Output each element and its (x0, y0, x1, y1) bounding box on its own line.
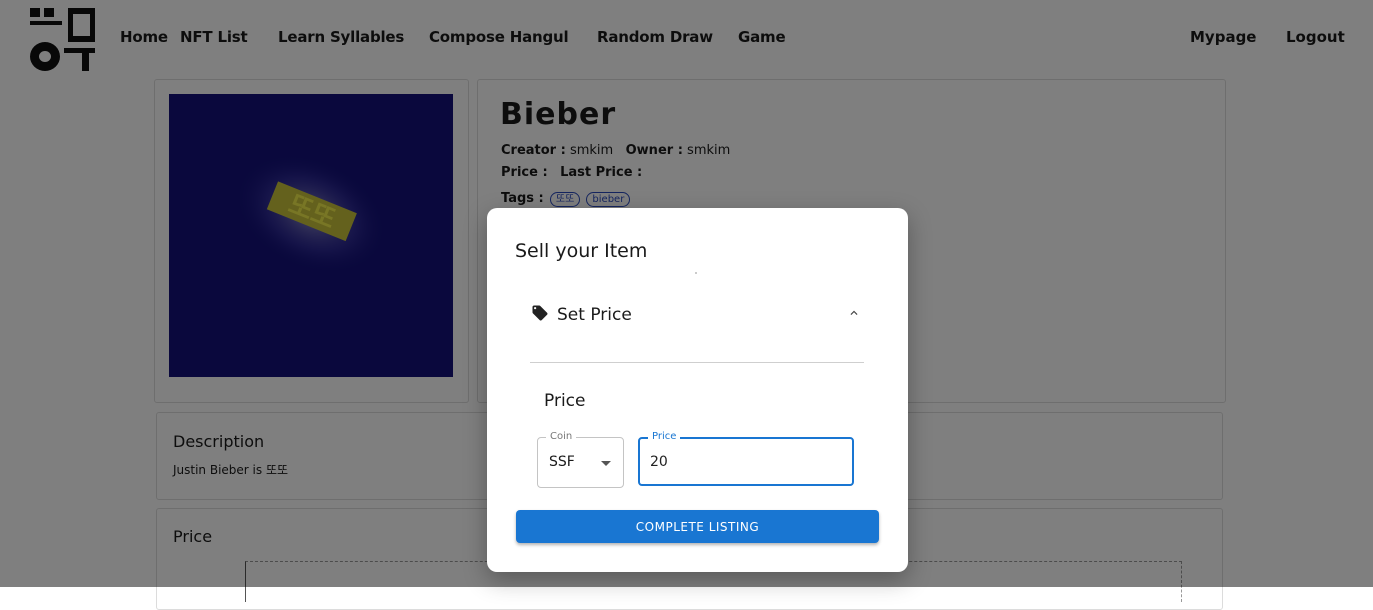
coin-select[interactable]: Coin SSF (537, 431, 624, 488)
price-input[interactable] (650, 454, 830, 470)
modal-title: Sell your Item (515, 240, 648, 262)
set-price-label: Set Price (557, 305, 632, 325)
complete-listing-button[interactable]: COMPLETE LISTING (516, 510, 879, 543)
coin-legend: Coin (546, 431, 577, 443)
price-legend: Price (648, 431, 681, 443)
set-price-accordion-header[interactable]: Set Price (531, 300, 865, 344)
decorative-dot (695, 272, 697, 274)
sell-item-modal: Sell your Item Set Price Price Coin SSF … (487, 208, 908, 572)
dropdown-arrow-icon (601, 461, 611, 466)
coin-value: SSF (549, 454, 575, 470)
chevron-up-icon[interactable] (847, 306, 861, 320)
accordion-divider (530, 362, 864, 363)
tag-icon (532, 305, 548, 321)
price-heading: Price (544, 391, 586, 411)
price-field[interactable]: Price (638, 431, 854, 486)
